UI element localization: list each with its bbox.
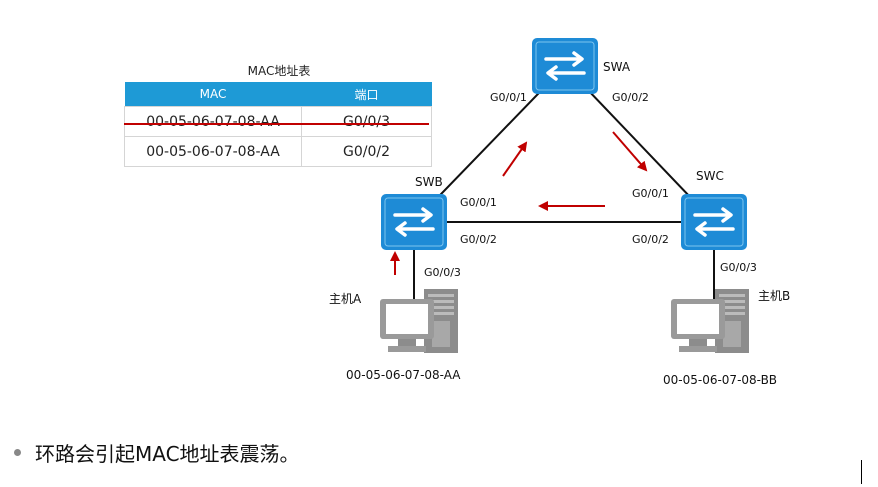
swc-label: SWC — [696, 169, 724, 183]
text-cursor — [861, 460, 862, 484]
network-topology: SWA G0/0/1 G0/0/2 SWB G0/0/1 G0/0/2 G0/0… — [329, 36, 790, 387]
swa-port-right: G0/0/2 — [612, 91, 649, 104]
swb-port-down: G0/0/3 — [424, 266, 461, 279]
swa-port-left: G0/0/1 — [490, 91, 527, 104]
host-a-pc-icon — [380, 289, 458, 353]
host-b-label: 主机B — [758, 289, 790, 303]
swc-switch-icon — [679, 192, 749, 252]
bullet-dot-icon — [14, 449, 21, 456]
swa-label: SWA — [603, 60, 631, 74]
host-b-pc-icon — [671, 289, 749, 353]
swc-port-bottom: G0/0/2 — [632, 233, 669, 246]
swb-switch-icon — [379, 192, 449, 252]
bullet-text: 环路会引起MAC地址表震荡。 — [35, 442, 300, 466]
swc-port-down: G0/0/3 — [720, 261, 757, 274]
swb-port-bottom: G0/0/2 — [460, 233, 497, 246]
host-b-mac: 00-05-06-07-08-BB — [663, 373, 777, 387]
swa-switch-icon — [530, 36, 600, 96]
host-a-label: 主机A — [329, 292, 362, 306]
flow-arrow-to-swc — [612, 131, 648, 172]
swb-port-top: G0/0/1 — [460, 196, 497, 209]
swb-label: SWB — [415, 175, 443, 189]
swc-port-top: G0/0/1 — [632, 187, 669, 200]
flow-arrow-to-swa — [502, 141, 528, 177]
bullet-point: 环路会引起MAC地址表震荡。 — [14, 438, 300, 467]
host-a-mac: 00-05-06-07-08-AA — [346, 368, 461, 382]
